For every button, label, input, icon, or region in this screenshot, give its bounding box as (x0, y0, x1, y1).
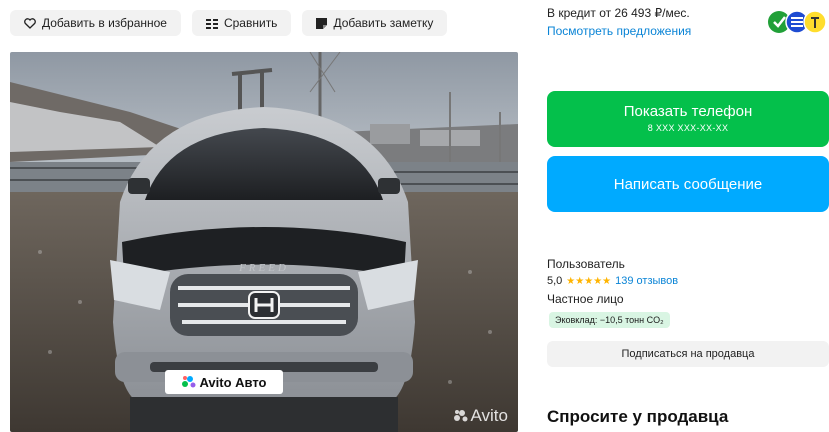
license-plate-avito-auto: Avito Авто (165, 370, 283, 394)
listing-photo[interactable]: FREED Avito Авто Avito (10, 52, 518, 432)
listing-toolbar: Добавить в избранное Сравнить Добавить з… (10, 10, 448, 36)
seller-sidebar: В кредит от 26 493 ₽/мес. Посмотреть пре… (547, 0, 829, 432)
heart-icon (24, 17, 36, 29)
write-message-button[interactable]: Написать сообщение (547, 156, 829, 212)
ask-seller-heading: Спросите у продавца (547, 407, 729, 426)
subscribe-seller-button[interactable]: Подписаться на продавца (547, 341, 829, 367)
avito-dots-icon (453, 410, 467, 422)
grille-badge: FREED (238, 262, 289, 274)
show-phone-label: Показать телефон (623, 103, 753, 120)
show-phone-button[interactable]: Показать телефон 8 XXX XXX-XX-XX (547, 91, 829, 147)
subscribe-seller-label: Подписаться на продавца (621, 348, 755, 360)
seller-name[interactable]: Пользователь (547, 257, 625, 271)
phone-mask: 8 XXX XXX-XX-XX (647, 123, 729, 133)
rating-stars-icon: ★★★★★ (566, 275, 612, 287)
avito-auto-logo-icon (181, 376, 195, 388)
add-note-button[interactable]: Добавить заметку (302, 10, 448, 36)
watermark-text: Avito (470, 406, 509, 425)
compare-icon (205, 18, 218, 29)
add-note-label: Добавить заметку (333, 16, 434, 30)
add-to-favorites-label: Добавить в избранное (42, 16, 167, 30)
seller-rating: 5,0 ★★★★★ 139 отзывов (547, 275, 678, 287)
eco-contribution-badge[interactable]: Эковклад: −10,5 тонн CO₂ (549, 312, 670, 328)
write-message-label: Написать сообщение (613, 175, 763, 193)
bank-logos-icon (768, 10, 827, 34)
seller-type: Частное лицо (547, 292, 624, 306)
avito-watermark: Avito (453, 406, 509, 426)
plate-text: Avito Авто (199, 374, 267, 390)
reviews-link[interactable]: 139 отзывов (615, 275, 678, 287)
rating-value: 5,0 (547, 275, 563, 287)
compare-button[interactable]: Сравнить (191, 10, 292, 36)
credit-offer-text: В кредит от 26 493 ₽/мес. (547, 6, 690, 20)
add-to-favorites-button[interactable]: Добавить в избранное (10, 10, 181, 36)
note-icon (316, 17, 328, 29)
compare-label: Сравнить (223, 16, 278, 30)
view-credit-offers-link[interactable]: Посмотреть предложения (547, 24, 691, 38)
